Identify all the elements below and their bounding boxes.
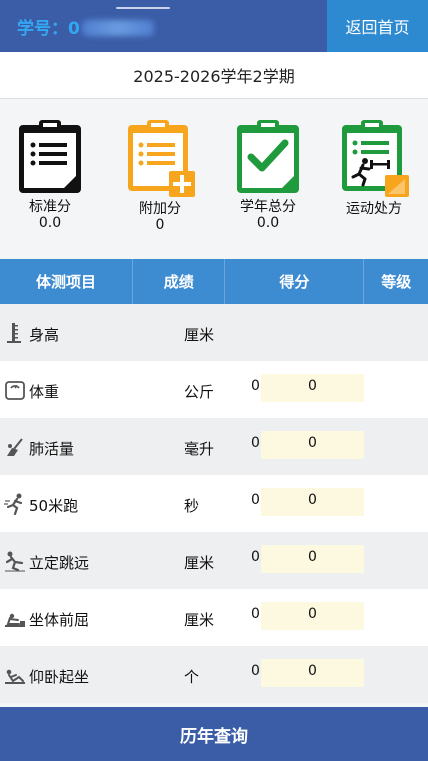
col-header-grade: 等级 — [381, 273, 412, 291]
card-bonus-score-value: 0 — [155, 217, 165, 233]
item-score: 0 — [251, 663, 260, 679]
item-grade: 0 — [308, 549, 317, 565]
card-exercise-prescription-label: 运动处方 — [346, 201, 402, 217]
table-row: 体重 公斤 0 0 — [0, 361, 428, 418]
table-row: 立定跳远 厘米 0 0 — [0, 532, 428, 589]
table-row: 肺活量 毫升 0 0 — [0, 418, 428, 475]
table-row: 身高 厘米 — [0, 304, 428, 361]
student-id-label: 学号：0 — [17, 19, 80, 39]
item-name: 仰卧起坐 — [29, 668, 90, 686]
table-header: 体测项目 成绩 得分 等级 — [0, 259, 428, 304]
col-header-score: 得分 — [225, 259, 365, 304]
table-row: 仰卧起坐 个 0 0 — [0, 646, 428, 703]
card-standard-score-value: 0.0 — [38, 215, 62, 231]
item-grade: 0 — [308, 606, 317, 622]
item-grade: 0 — [308, 663, 317, 679]
fitness-table-body: 身高 厘米 体重 公斤 0 0 肺活量 毫升 0 0 50米跑 秒 0 0 立定… — [0, 304, 428, 703]
height-icon — [7, 323, 21, 343]
item-score: 0 — [251, 549, 260, 565]
lung-capacity-icon — [7, 438, 23, 456]
drag-handle — [116, 7, 170, 9]
item-name: 坐体前屈 — [29, 611, 90, 629]
item-name: 立定跳远 — [29, 554, 90, 572]
item-unit: 厘米 — [184, 326, 215, 344]
summary-cards: 标准分 0.0 附加分 0 学年总分 0.0 运动处方 — [0, 99, 428, 259]
sit-up-icon — [5, 669, 25, 684]
table-row: 50米跑 秒 0 0 — [0, 475, 428, 532]
student-id-redacted — [81, 20, 154, 36]
card-total-score[interactable]: 学年总分 0.0 — [218, 119, 318, 231]
clipboard-list-icon — [19, 120, 81, 193]
table-row: 坐体前屈 厘米 0 0 — [0, 589, 428, 646]
item-score: 0 — [251, 435, 260, 451]
item-grade: 0 — [308, 492, 317, 508]
top-bar: 学号：0 返回首页 — [0, 0, 428, 52]
student-id: 学号：0 — [17, 14, 154, 39]
item-name: 身高 — [29, 326, 60, 344]
clipboard-exercise-icon — [342, 120, 409, 197]
item-grade: 0 — [308, 378, 317, 394]
card-bonus-score-label: 附加分 — [139, 201, 181, 217]
item-score: 0 — [251, 606, 260, 622]
history-query-button[interactable]: 历年查询 — [0, 707, 428, 761]
card-total-score-label: 学年总分 — [240, 199, 296, 215]
scale-icon — [5, 381, 25, 400]
item-unit: 厘米 — [184, 611, 215, 629]
card-standard-score[interactable]: 标准分 0.0 — [0, 119, 100, 231]
card-exercise-prescription[interactable]: 运动处方 — [324, 119, 424, 217]
card-total-score-value: 0.0 — [256, 215, 280, 231]
clipboard-plus-icon — [128, 120, 195, 197]
card-bonus-score[interactable]: 附加分 0 — [110, 119, 210, 233]
sit-reach-icon — [5, 613, 25, 627]
item-name: 50米跑 — [29, 497, 79, 515]
col-header-result: 成绩 — [133, 259, 226, 304]
item-score: 0 — [251, 492, 260, 508]
item-name: 体重 — [29, 383, 60, 401]
term-title: 2025-2026学年2学期 — [0, 52, 428, 99]
item-score: 0 — [251, 378, 260, 394]
item-name: 肺活量 — [29, 440, 75, 458]
card-standard-score-label: 标准分 — [29, 199, 71, 215]
back-home-button[interactable]: 返回首页 — [327, 0, 428, 52]
long-jump-icon — [5, 551, 25, 572]
item-unit: 个 — [184, 668, 200, 686]
item-unit: 秒 — [184, 497, 200, 515]
col-header-item: 体测项目 — [0, 259, 134, 304]
item-unit: 公斤 — [184, 383, 215, 401]
running-icon — [4, 493, 23, 515]
item-unit: 毫升 — [184, 440, 215, 458]
item-grade: 0 — [308, 435, 317, 451]
item-unit: 厘米 — [184, 554, 215, 572]
clipboard-check-icon — [237, 120, 299, 193]
